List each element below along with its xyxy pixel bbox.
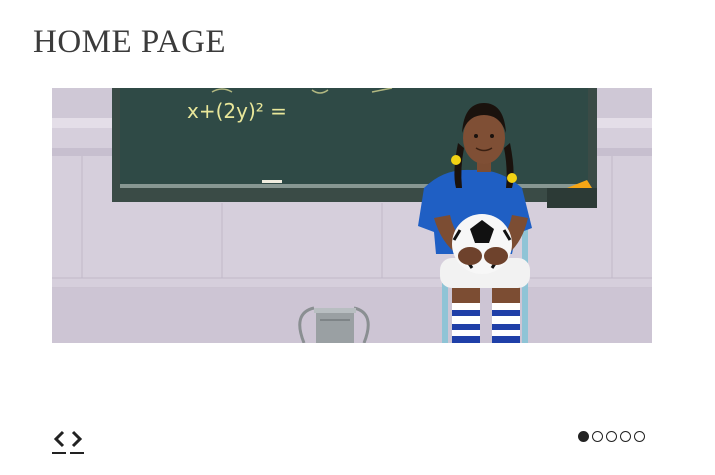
prev-slide-button[interactable]	[52, 428, 66, 454]
pager-dot-1[interactable]	[578, 431, 589, 442]
pager-dot-5[interactable]	[634, 431, 645, 442]
chevron-left-icon	[53, 430, 65, 448]
pager-dot-2[interactable]	[592, 431, 603, 442]
image-slider[interactable]: x+(2y)² =	[52, 88, 652, 343]
next-slide-button[interactable]	[70, 428, 84, 454]
pager-dot-4[interactable]	[620, 431, 631, 442]
slider-nav	[52, 428, 84, 454]
chalkboard-text: x+(2y)² =	[187, 99, 287, 123]
page-title: HOME PAGE	[33, 24, 227, 60]
slide-image: x+(2y)² =	[52, 88, 652, 343]
chevron-right-icon	[71, 430, 83, 448]
pager-dot-3[interactable]	[606, 431, 617, 442]
slide-pager	[578, 431, 645, 442]
